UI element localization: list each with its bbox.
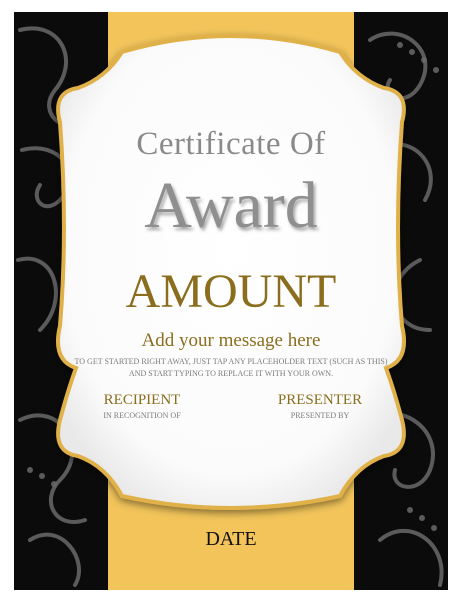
instructions-text: TO GET STARTED RIGHT AWAY, JUST TAP ANY … bbox=[74, 357, 388, 378]
message-text: Add your message here bbox=[141, 330, 321, 351]
amount-text: AMOUNT bbox=[125, 265, 337, 318]
presenter-label: PRESENTER bbox=[277, 392, 363, 408]
presenter-caption: PRESENTED BY bbox=[290, 411, 350, 420]
award-title: Award bbox=[144, 169, 318, 242]
recipient-block: RECIPIENT IN RECOGNITION OF bbox=[62, 392, 222, 420]
certificate-heading: Certificate Of bbox=[136, 126, 326, 162]
recipient-caption: IN RECOGNITION OF bbox=[103, 411, 181, 420]
presenter-block: PRESENTER PRESENTED BY bbox=[240, 392, 400, 420]
recipient-label: RECIPIENT bbox=[103, 392, 181, 408]
certificate-page: Certificate Of Award AMOUNT Add your mes… bbox=[0, 0, 462, 600]
date-label: DATE bbox=[205, 528, 257, 550]
